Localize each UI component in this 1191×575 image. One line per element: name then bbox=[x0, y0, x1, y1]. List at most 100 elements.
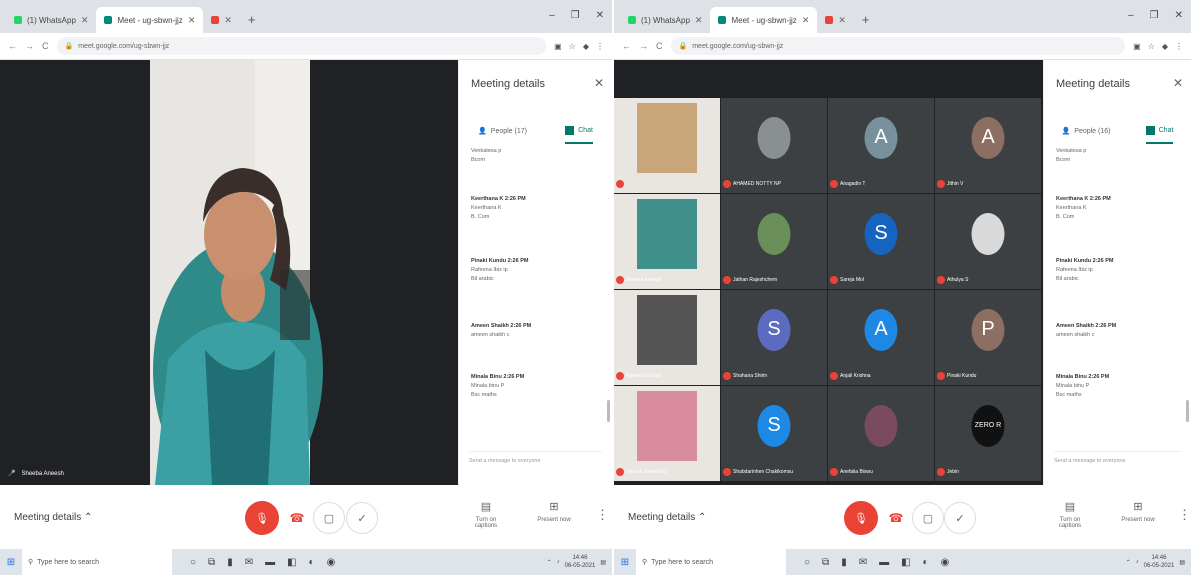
participant-tile[interactable]: A Anjali Krishna bbox=[828, 290, 934, 385]
close-tab-icon[interactable]: ✕ bbox=[802, 15, 810, 26]
volume-icon[interactable]: ♪ bbox=[557, 559, 560, 565]
present-button[interactable]: ⊞ Present now bbox=[1116, 500, 1160, 523]
notification-icon[interactable]: ▤ bbox=[1179, 559, 1185, 566]
participant-tile[interactable]: S Shahana Shirin bbox=[721, 290, 827, 385]
url-field[interactable]: 🔒 meet.google.com/ug-sbwn-jjz bbox=[670, 37, 1126, 55]
close-icon[interactable]: ✕ bbox=[594, 76, 604, 90]
new-tab-button[interactable]: + bbox=[854, 12, 878, 33]
close-tab-icon[interactable]: ✕ bbox=[838, 15, 846, 26]
task-view-icon[interactable]: ⧉ bbox=[822, 557, 829, 568]
more-options-icon[interactable]: ⋮ bbox=[1178, 507, 1191, 523]
back-icon[interactable]: ← bbox=[622, 41, 631, 51]
chat-scrollbar[interactable] bbox=[1186, 400, 1189, 422]
clock-date[interactable]: 06-05-2021 bbox=[565, 563, 596, 569]
cast-icon[interactable]: ▣ bbox=[554, 42, 562, 51]
participant-tile[interactable] bbox=[614, 98, 720, 193]
new-tab-button[interactable]: + bbox=[240, 12, 264, 33]
volume-icon[interactable]: ♪ bbox=[1136, 559, 1139, 565]
camera-button[interactable]: ▢ bbox=[912, 502, 944, 534]
tab-recording[interactable]: ✕ bbox=[817, 7, 854, 33]
cortana-icon[interactable]: ○ bbox=[190, 557, 196, 568]
forward-icon[interactable]: → bbox=[639, 41, 648, 51]
participant-tile[interactable]: Sheeba Aneesh bbox=[614, 194, 720, 289]
chat-input[interactable]: Send a message to everyone bbox=[469, 451, 602, 467]
participant-tile[interactable]: ZERO R Jebin bbox=[935, 386, 1041, 481]
taskbar-search[interactable]: ⚲ Type here to search bbox=[636, 549, 786, 575]
file-icon[interactable]: ▮ bbox=[227, 557, 233, 568]
clock-time[interactable]: 14:46 bbox=[1151, 555, 1166, 561]
captions-button[interactable]: ▤ Turn on captions bbox=[464, 500, 508, 529]
tab-chat[interactable]: Chat bbox=[565, 118, 593, 144]
tab-meet[interactable]: Meet - ug-sbwn-jjz ✕ bbox=[96, 7, 204, 33]
mic-off-button[interactable]: 🎙 bbox=[844, 501, 878, 535]
clock-date[interactable]: 06-05-2021 bbox=[1144, 563, 1175, 569]
windows-start-icon[interactable]: ⊞ bbox=[0, 557, 22, 568]
mail-icon[interactable]: ✉ bbox=[859, 557, 867, 568]
raise-hand-button[interactable]: ✓ bbox=[346, 502, 378, 534]
maximize-button[interactable]: ❐ bbox=[571, 10, 580, 21]
menu-icon[interactable]: ⋮ bbox=[1175, 42, 1183, 51]
tab-recording[interactable]: ✕ bbox=[203, 7, 240, 33]
star-icon[interactable]: ☆ bbox=[569, 42, 576, 51]
folder-icon[interactable]: ▬ bbox=[879, 557, 889, 568]
participant-tile[interactable]: A Jithin V bbox=[935, 98, 1041, 193]
close-icon[interactable]: ✕ bbox=[1173, 76, 1183, 90]
taskbar-search[interactable]: ⚲ Type here to search bbox=[22, 549, 172, 575]
present-button[interactable]: ⊞ Present now bbox=[532, 500, 576, 523]
close-tab-icon[interactable]: ✕ bbox=[81, 15, 89, 26]
maximize-button[interactable]: ❐ bbox=[1150, 10, 1159, 21]
chat-scrollbar[interactable] bbox=[607, 400, 610, 422]
cortana-icon[interactable]: ○ bbox=[804, 557, 810, 568]
close-tab-icon[interactable]: ✕ bbox=[188, 15, 196, 26]
participant-tile[interactable]: Rafeena Thasni bbox=[614, 290, 720, 385]
forward-icon[interactable]: → bbox=[25, 41, 34, 51]
close-tab-icon[interactable]: ✕ bbox=[224, 15, 232, 26]
participant-tile[interactable]: minnah parvathizz bbox=[614, 386, 720, 481]
tab-people[interactable]: 👤 People (16) bbox=[1062, 118, 1111, 144]
meeting-details-button[interactable]: Meeting details ⌃ bbox=[628, 512, 706, 523]
network-icon[interactable]: ⌃ bbox=[1126, 559, 1131, 566]
participant-tile[interactable]: Athulya S bbox=[935, 194, 1041, 289]
mic-off-button[interactable]: 🎙 bbox=[245, 501, 279, 535]
close-tab-icon[interactable]: ✕ bbox=[695, 15, 703, 26]
participant-tile[interactable]: Anefalia Biswu bbox=[828, 386, 934, 481]
end-call-button[interactable]: ☎ bbox=[281, 502, 313, 534]
network-icon[interactable]: ⌃ bbox=[547, 559, 552, 566]
participant-tile[interactable]: P Pinaki Kundu bbox=[935, 290, 1041, 385]
captions-button[interactable]: ▤ Turn on captions bbox=[1048, 500, 1092, 529]
extension-icon[interactable]: ◆ bbox=[1162, 42, 1168, 51]
file-icon[interactable]: ▮ bbox=[841, 557, 847, 568]
notification-icon[interactable]: ▤ bbox=[600, 559, 606, 566]
tab-people[interactable]: 👤 People (17) bbox=[478, 118, 527, 144]
extension-icon[interactable]: ◆ bbox=[583, 42, 589, 51]
url-field[interactable]: 🔒 meet.google.com/ug-sbwn-jjz bbox=[56, 37, 547, 55]
edge-icon[interactable]: ◐ bbox=[923, 557, 929, 568]
close-window-button[interactable]: ✕ bbox=[596, 10, 604, 21]
tab-whatsapp[interactable]: (1) WhatsApp ✕ bbox=[620, 7, 710, 33]
participant-tile[interactable]: Jathan Rajeshchem bbox=[721, 194, 827, 289]
tab-whatsapp[interactable]: (1) WhatsApp ✕ bbox=[6, 7, 96, 33]
reload-icon[interactable]: C bbox=[42, 41, 49, 51]
windows-start-icon[interactable]: ⊞ bbox=[614, 557, 636, 568]
minimize-button[interactable]: – bbox=[1128, 10, 1134, 21]
more-options-icon[interactable]: ⋮ bbox=[596, 507, 609, 523]
reload-icon[interactable]: C bbox=[656, 41, 663, 51]
participant-tile[interactable]: S Sareja Mol bbox=[828, 194, 934, 289]
tab-chat[interactable]: Chat bbox=[1145, 118, 1174, 144]
mail-icon[interactable]: ✉ bbox=[245, 557, 253, 568]
participant-tile[interactable]: S Shabdarinhen Chakikomsu bbox=[721, 386, 827, 481]
star-icon[interactable]: ☆ bbox=[1148, 42, 1155, 51]
store-icon[interactable]: ◧ bbox=[901, 557, 910, 568]
task-view-icon[interactable]: ⧉ bbox=[208, 557, 215, 568]
participant-tile[interactable]: A Anagadin T bbox=[828, 98, 934, 193]
chrome-icon[interactable]: ◉ bbox=[327, 557, 336, 568]
raise-hand-button[interactable]: ✓ bbox=[944, 502, 976, 534]
tab-meet[interactable]: Meet - ug-sbwn-jjz ✕ bbox=[710, 7, 818, 33]
edge-icon[interactable]: ◐ bbox=[309, 557, 315, 568]
cast-icon[interactable]: ▣ bbox=[1133, 42, 1141, 51]
back-icon[interactable]: ← bbox=[8, 41, 17, 51]
participant-tile[interactable]: AHAMED NOTTY NP bbox=[721, 98, 827, 193]
clock-time[interactable]: 14:46 bbox=[572, 555, 587, 561]
menu-icon[interactable]: ⋮ bbox=[596, 42, 604, 51]
close-window-button[interactable]: ✕ bbox=[1175, 10, 1183, 21]
